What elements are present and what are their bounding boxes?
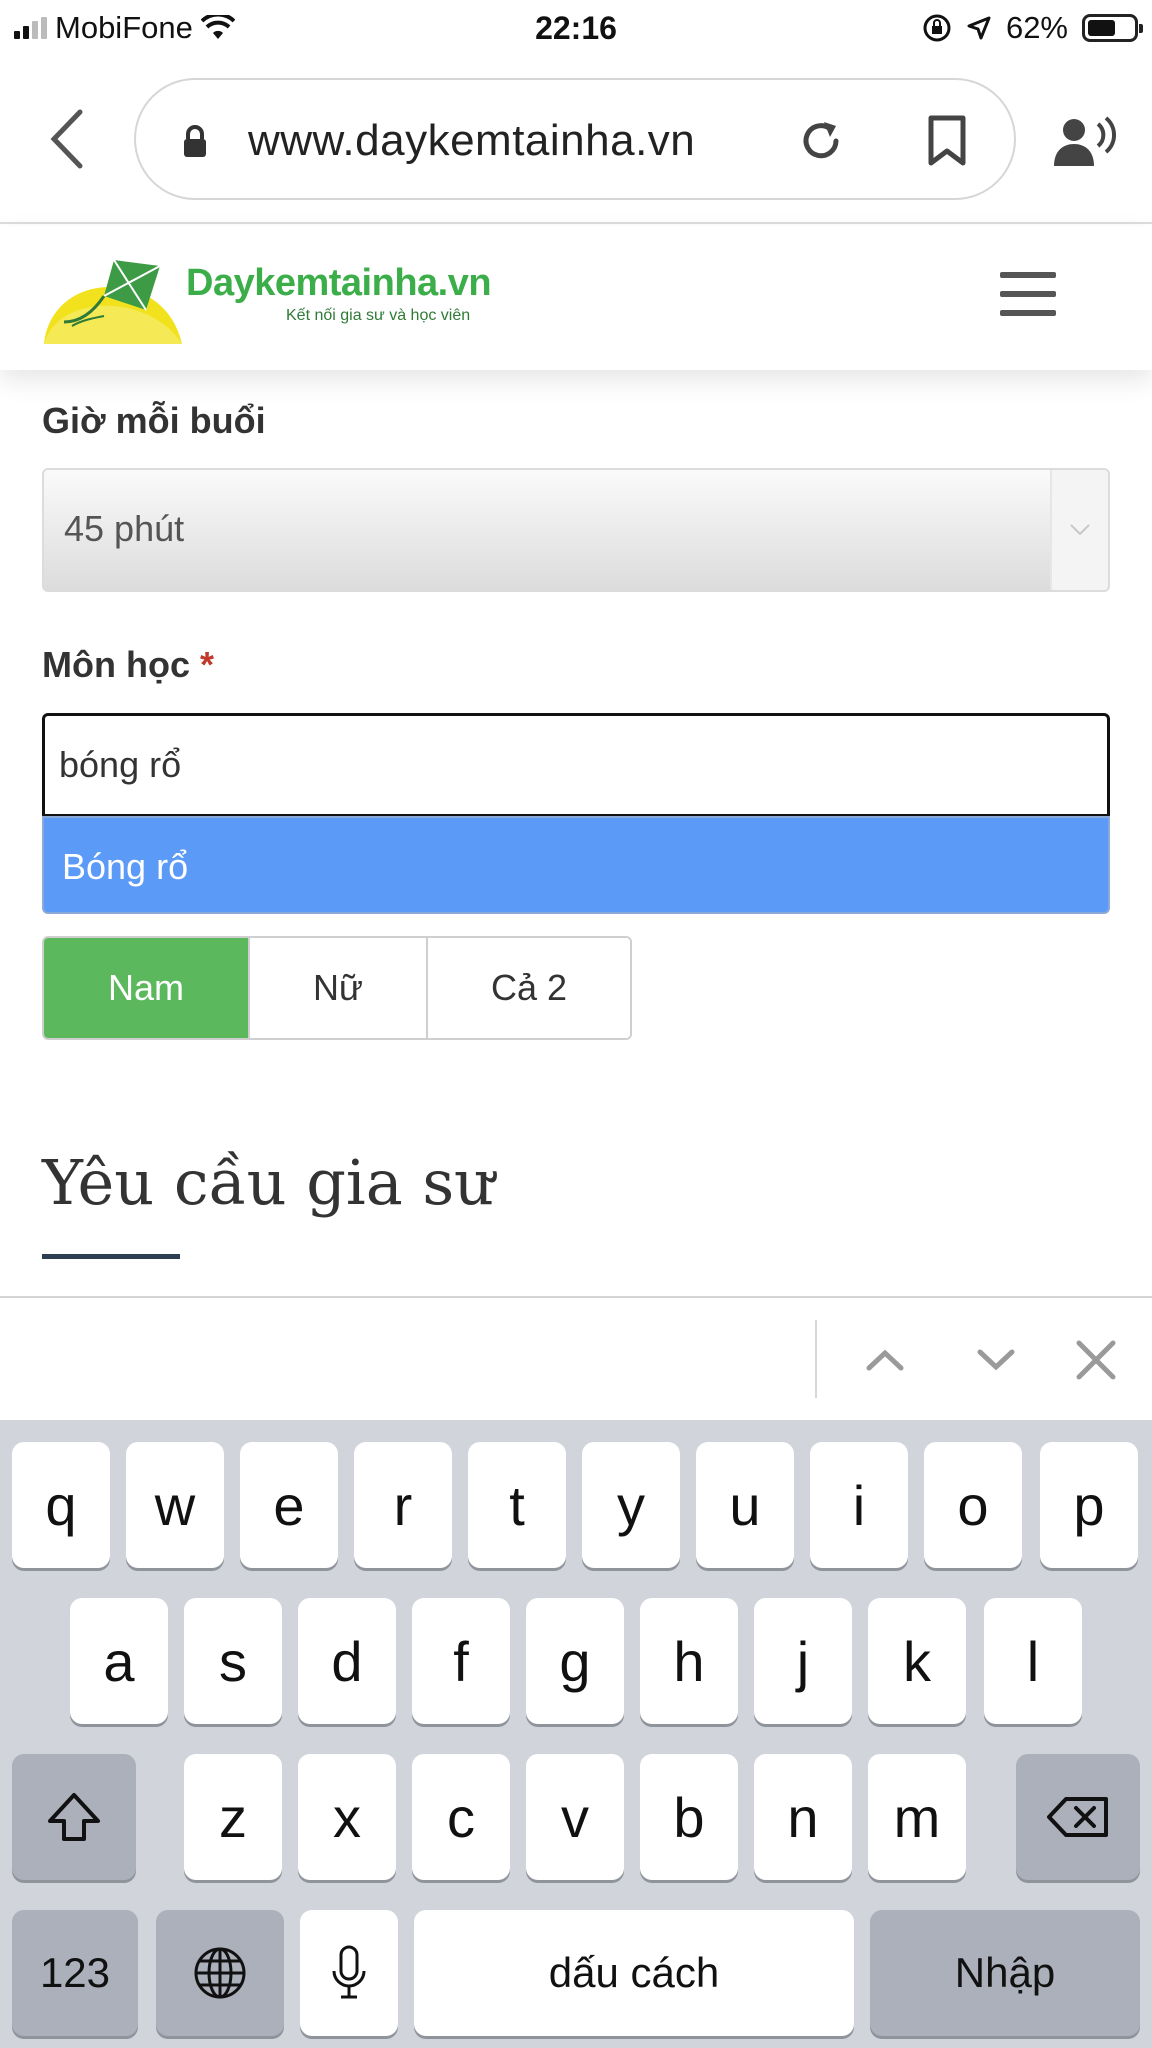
- globe-icon: [194, 1947, 246, 1999]
- assistant-divider: [815, 1320, 817, 1398]
- back-icon[interactable]: [44, 104, 94, 174]
- logo-text: Daykemtainha.vn Kết nối gia sư và học vi…: [186, 262, 492, 325]
- status-right: 62%: [922, 10, 1143, 46]
- battery-percent: 62%: [1005, 10, 1068, 45]
- key-f[interactable]: f: [412, 1598, 510, 1724]
- backspace-key[interactable]: [1016, 1754, 1140, 1880]
- logo-name: Daykemtainha.vn: [186, 262, 492, 304]
- gender-toggle-group: Nam Nữ Cả 2: [42, 936, 632, 1040]
- chevron-down-icon: [977, 1349, 1015, 1371]
- duration-select[interactable]: 45 phút: [42, 468, 1110, 592]
- microphone-icon: [332, 1945, 366, 1999]
- backspace-icon: [1047, 1797, 1108, 1837]
- subject-input[interactable]: [45, 716, 1107, 814]
- key-w[interactable]: w: [126, 1442, 224, 1568]
- browser-bar: www.daykemtainha.vn: [0, 58, 1152, 224]
- gender-option-nu[interactable]: Nữ: [250, 938, 428, 1038]
- key-a[interactable]: a: [70, 1598, 168, 1724]
- key-k[interactable]: k: [868, 1598, 966, 1724]
- duration-label: Giờ mỗi buổi: [42, 400, 266, 441]
- gender-option-nam[interactable]: Nam: [44, 938, 250, 1038]
- close-assistant-button[interactable]: [1068, 1332, 1124, 1388]
- reload-icon[interactable]: [796, 116, 846, 166]
- key-c[interactable]: c: [412, 1754, 510, 1880]
- key-p[interactable]: p: [1040, 1442, 1138, 1568]
- key-q[interactable]: q: [12, 1442, 110, 1568]
- space-key[interactable]: dấu cách: [414, 1910, 854, 2036]
- key-z[interactable]: z: [184, 1754, 282, 1880]
- site-header: Daykemtainha.vn Kết nối gia sư và học vi…: [0, 226, 1152, 370]
- logo-tagline: Kết nối gia sư và học viên: [286, 307, 471, 324]
- hamburger-menu-icon[interactable]: [1000, 272, 1056, 316]
- title-underline: [42, 1254, 180, 1259]
- key-r[interactable]: r: [354, 1442, 452, 1568]
- section-title: Yêu cầu gia sư: [42, 1146, 495, 1219]
- duration-select-value: 45 phút: [64, 508, 185, 549]
- numbers-key[interactable]: 123: [12, 1910, 138, 2036]
- form-assistant-bar: [0, 1296, 1152, 1420]
- keyboard: q w e r t y u i o p a s d f g h j k l z …: [0, 1420, 1152, 2048]
- chevron-up-icon: [866, 1349, 904, 1371]
- battery-icon: [1082, 14, 1143, 42]
- url-text[interactable]: www.daykemtainha.vn: [248, 116, 695, 166]
- key-s[interactable]: s: [184, 1598, 282, 1724]
- rotation-lock-icon: [923, 14, 951, 42]
- location-icon: [967, 16, 991, 40]
- kite-logo-icon: [44, 259, 182, 344]
- close-icon: [1076, 1340, 1116, 1380]
- key-j[interactable]: j: [754, 1598, 852, 1724]
- key-g[interactable]: g: [526, 1598, 624, 1724]
- key-b[interactable]: b: [640, 1754, 738, 1880]
- key-i[interactable]: i: [810, 1442, 908, 1568]
- subject-label-row: Môn học *: [42, 644, 214, 686]
- key-d[interactable]: d: [298, 1598, 396, 1724]
- site-logo[interactable]: Daykemtainha.vn Kết nối gia sư và học vi…: [42, 256, 492, 346]
- globe-key[interactable]: [156, 1910, 284, 2036]
- key-v[interactable]: v: [526, 1754, 624, 1880]
- key-u[interactable]: u: [696, 1442, 794, 1568]
- status-bar: MobiFone 22:16 62%: [0, 0, 1152, 58]
- address-bar[interactable]: www.daykemtainha.vn: [134, 78, 1016, 200]
- autocomplete-suggestion[interactable]: Bóng rổ: [42, 816, 1110, 914]
- subject-label: Môn học: [42, 644, 190, 685]
- key-e[interactable]: e: [240, 1442, 338, 1568]
- microphone-key[interactable]: [300, 1910, 398, 2036]
- shift-icon: [48, 1793, 100, 1841]
- next-field-button[interactable]: [968, 1332, 1024, 1388]
- subject-input-wrapper: [42, 713, 1110, 817]
- required-mark: *: [200, 644, 215, 685]
- listen-icon[interactable]: [1052, 114, 1116, 170]
- return-key[interactable]: Nhập: [870, 1910, 1140, 2036]
- suggestion-label: Bóng rổ: [62, 846, 189, 887]
- shift-key[interactable]: [12, 1754, 136, 1880]
- chevron-down-icon: [1050, 470, 1108, 590]
- key-n[interactable]: n: [754, 1754, 852, 1880]
- key-y[interactable]: y: [582, 1442, 680, 1568]
- key-h[interactable]: h: [640, 1598, 738, 1724]
- gender-option-ca-2[interactable]: Cả 2: [428, 938, 630, 1038]
- bookmark-icon[interactable]: [926, 114, 968, 168]
- lock-icon: [184, 125, 206, 157]
- form-content: Giờ mỗi buổi 45 phút Môn học * Bóng rổ N…: [0, 370, 1152, 1296]
- key-o[interactable]: o: [924, 1442, 1022, 1568]
- key-l[interactable]: l: [984, 1598, 1082, 1724]
- key-m[interactable]: m: [868, 1754, 966, 1880]
- key-x[interactable]: x: [298, 1754, 396, 1880]
- previous-field-button[interactable]: [857, 1332, 913, 1388]
- key-t[interactable]: t: [468, 1442, 566, 1568]
